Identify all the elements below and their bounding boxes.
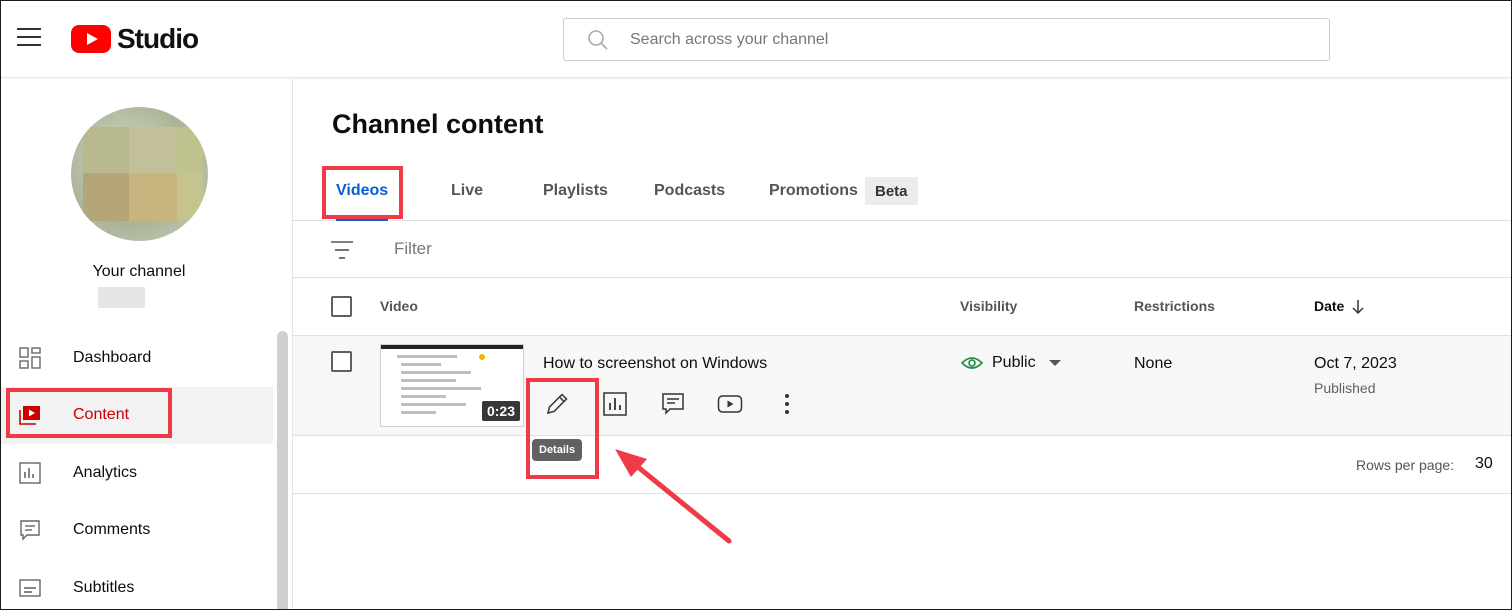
dashboard-icon — [19, 347, 41, 369]
filter-icon[interactable] — [330, 239, 354, 261]
rows-per-page-label: Rows per page: — [1356, 457, 1455, 473]
logo-text: Studio — [117, 23, 199, 54]
sidebar-item-analytics[interactable]: Analytics — [1, 444, 277, 502]
more-vertical-icon[interactable] — [774, 391, 800, 417]
table-header: Video Visibility Restrictions Date — [293, 278, 1511, 336]
filter-bar[interactable]: Filter — [293, 221, 1511, 278]
subtitles-icon — [19, 579, 41, 597]
sort-down-icon[interactable] — [1351, 299, 1365, 315]
menu-icon[interactable] — [17, 28, 41, 48]
table-footer: Rows per page: 30 — [293, 436, 1511, 494]
pencil-icon[interactable] — [544, 391, 570, 417]
youtube-play-icon — [71, 25, 111, 53]
tab-promotions[interactable]: Promotions — [769, 167, 858, 215]
tab-playlists[interactable]: Playlists — [543, 167, 608, 215]
column-video: Video — [380, 298, 418, 314]
beta-badge: Beta — [865, 177, 918, 205]
tab-podcasts[interactable]: Podcasts — [654, 167, 725, 215]
sidebar-item-comments[interactable]: Comments — [1, 502, 277, 560]
sidebar: Your channel Dashboard Content Analytics… — [1, 79, 293, 609]
column-visibility: Visibility — [960, 298, 1018, 314]
channel-label: Your channel — [92, 263, 186, 280]
search-box[interactable] — [563, 18, 1330, 61]
filter-label[interactable]: Filter — [394, 239, 432, 259]
video-duration: 0:23 — [481, 401, 520, 421]
analytics-icon — [19, 462, 41, 484]
channel-name-redacted — [98, 287, 145, 308]
content-tabs: Videos Live Playlists Podcasts Promotion… — [293, 167, 1511, 221]
row-checkbox[interactable] — [331, 351, 352, 372]
sidebar-scrollbar[interactable] — [277, 331, 288, 609]
restrictions-value: None — [1134, 355, 1173, 372]
sidebar-item-subtitles[interactable]: Subtitles — [1, 559, 277, 609]
sidebar-nav: Dashboard Content Analytics Comments Sub… — [1, 329, 277, 609]
main-content: Channel content Videos Live Playlists Po… — [293, 79, 1511, 609]
content-icon — [19, 406, 40, 426]
comments-icon[interactable] — [660, 391, 686, 417]
annotation-arrow-icon — [615, 449, 732, 544]
sidebar-item-label: Comments — [73, 521, 151, 539]
top-bar: Studio — [1, 1, 1511, 78]
sidebar-item-dashboard[interactable]: Dashboard — [1, 329, 277, 387]
video-title[interactable]: How to screenshot on Windows — [543, 355, 767, 373]
tab-videos[interactable]: Videos — [336, 167, 389, 221]
sidebar-item-label: Analytics — [73, 463, 138, 481]
visibility-value: Public — [992, 354, 1036, 371]
tab-live[interactable]: Live — [451, 167, 483, 215]
rows-per-page-select[interactable]: 30 — [1475, 455, 1493, 473]
analytics-icon[interactable] — [602, 391, 628, 417]
search-input[interactable] — [630, 30, 1280, 49]
visibility-dropdown[interactable]: Public — [961, 354, 1061, 372]
table-row[interactable]: 0:23 How to screenshot on Windows Detail… — [293, 336, 1511, 461]
studio-window: Studio Your channel — [0, 0, 1512, 610]
column-date[interactable]: Date — [1314, 298, 1344, 314]
page-title: Channel content — [332, 109, 544, 139]
sidebar-item-content[interactable]: Content — [1, 386, 273, 444]
column-restrictions: Restrictions — [1134, 298, 1215, 314]
sidebar-item-label: Content — [73, 406, 130, 424]
date-value: Oct 7, 2023 — [1314, 355, 1397, 372]
select-all-checkbox[interactable] — [331, 296, 352, 317]
video-thumbnail[interactable]: 0:23 — [380, 344, 524, 427]
chevron-down-icon — [1048, 360, 1061, 366]
youtube-icon[interactable] — [717, 391, 743, 417]
sidebar-item-label: Dashboard — [73, 348, 152, 366]
channel-avatar[interactable] — [71, 107, 208, 241]
search-icon — [588, 29, 608, 50]
sidebar-item-label: Subtitles — [73, 578, 135, 596]
date-status: Published — [1314, 380, 1376, 396]
studio-logo[interactable]: Studio — [71, 23, 199, 55]
eye-icon — [961, 357, 983, 369]
comments-icon — [20, 520, 40, 541]
